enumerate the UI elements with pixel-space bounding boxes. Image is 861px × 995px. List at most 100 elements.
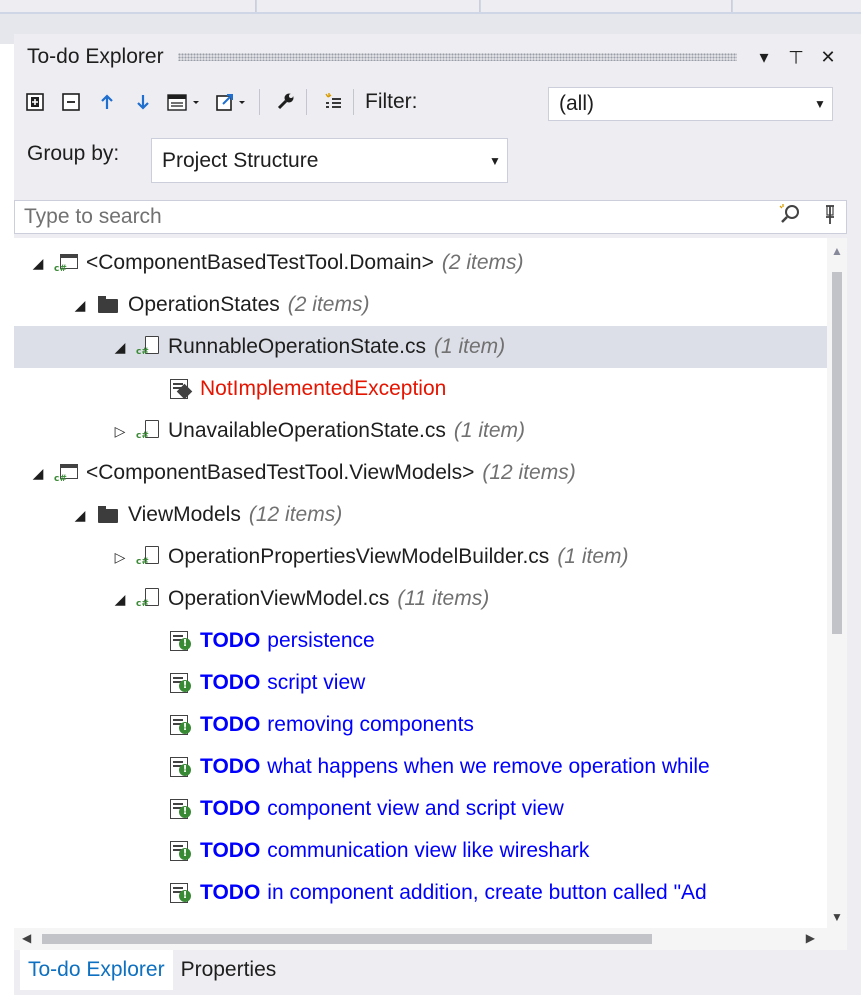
todo-explorer-panel: To-do Explorer ▾ ⊥ ✕ Filter: (all) ▼ Gro… bbox=[14, 34, 861, 995]
horizontal-scrollbar[interactable]: ◀ ▶ bbox=[14, 928, 827, 950]
document-tab[interactable] bbox=[733, 0, 861, 12]
node-label: <ComponentBasedTestTool.ViewModels> bbox=[86, 461, 475, 484]
scroll-left-icon[interactable]: ◀ bbox=[22, 931, 31, 945]
todo-item[interactable]: ! TODO persistence bbox=[14, 620, 827, 662]
node-label: OperationPropertiesViewModelBuilder.cs bbox=[168, 545, 550, 568]
vertical-scrollbar[interactable]: ▲ ▼ bbox=[827, 238, 847, 928]
drag-grip[interactable] bbox=[177, 53, 737, 61]
chevron-down-icon: ▼ bbox=[489, 153, 501, 168]
todo-item[interactable]: ! TODO script view bbox=[14, 662, 827, 704]
scroll-down-icon[interactable]: ▼ bbox=[831, 910, 843, 924]
export-icon[interactable] bbox=[212, 87, 254, 117]
todo-item[interactable]: ! TODO communication view like wireshark bbox=[14, 830, 827, 872]
todo-item[interactable]: ! TODO removing components bbox=[14, 704, 827, 746]
todo-keyword: TODO bbox=[200, 881, 261, 904]
todo-icon: ! bbox=[168, 797, 192, 821]
horizontal-scroll-thumb[interactable] bbox=[42, 934, 652, 944]
item-count: (1 item) bbox=[453, 419, 526, 442]
document-tab[interactable] bbox=[0, 0, 256, 12]
item-count: (1 item) bbox=[557, 545, 629, 568]
collapse-all-icon[interactable] bbox=[56, 87, 86, 117]
exception-icon bbox=[168, 377, 193, 401]
node-label: OperationStates bbox=[128, 293, 280, 316]
scroll-up-icon[interactable]: ▲ bbox=[831, 244, 843, 258]
item-count: (12 items) bbox=[248, 503, 343, 526]
tree-node[interactable]: ◢ c# OperationViewModel.cs (11 items) bbox=[14, 578, 827, 620]
csharp-file-icon: c# bbox=[136, 419, 160, 443]
toolbar-separator bbox=[353, 89, 354, 115]
document-tab[interactable] bbox=[481, 0, 732, 12]
tree-node[interactable]: ▷ c# UnavailableOperationState.cs (1 item) bbox=[14, 410, 827, 452]
node-label: UnavailableOperationState.cs bbox=[168, 419, 446, 442]
bottom-tab-strip: To-do Explorer Properties bbox=[14, 950, 861, 995]
collapse-arrow-icon[interactable]: ◢ bbox=[72, 507, 88, 524]
search-input[interactable] bbox=[15, 201, 775, 233]
filter-label: Filter: bbox=[365, 90, 418, 113]
tree-node[interactable]: ▷ c# OperationPropertiesViewModelBuilder.c… bbox=[14, 536, 827, 578]
todo-text: what happens when we remove operation wh… bbox=[267, 755, 710, 778]
exception-item[interactable]: NotImplementedException bbox=[14, 368, 827, 410]
todo-icon: ! bbox=[168, 671, 192, 695]
todo-icon: ! bbox=[168, 713, 192, 737]
node-label: OperationViewModel.cs bbox=[168, 587, 390, 610]
settings-icon[interactable] bbox=[271, 87, 301, 117]
filter-dropdown[interactable]: (all) ▼ bbox=[548, 87, 833, 121]
node-label: <ComponentBasedTestTool.Domain> bbox=[86, 251, 434, 274]
todo-keyword: TODO bbox=[200, 797, 261, 820]
panel-title-bar[interactable]: To-do Explorer ▾ ⊥ ✕ bbox=[14, 34, 847, 80]
tree-node[interactable]: ◢ ViewModels (12 items) bbox=[14, 494, 827, 536]
csharp-project-icon: c# bbox=[54, 251, 78, 275]
todo-keyword: TODO bbox=[200, 755, 261, 778]
todo-text: in component addition, create button cal… bbox=[267, 881, 707, 904]
scroll-right-icon[interactable]: ▶ bbox=[806, 931, 815, 945]
pin-icon[interactable]: ⊥ bbox=[783, 44, 809, 70]
move-down-icon[interactable] bbox=[128, 87, 158, 117]
collapse-arrow-icon[interactable]: ◢ bbox=[30, 255, 46, 272]
todo-item[interactable]: ! TODO component view and script view bbox=[14, 788, 827, 830]
tab-todo-explorer[interactable]: To-do Explorer bbox=[20, 950, 173, 990]
todo-keyword: TODO bbox=[200, 671, 261, 694]
todo-text: persistence bbox=[267, 629, 375, 652]
collapse-arrow-icon[interactable]: ◢ bbox=[112, 339, 128, 356]
pin-search-icon[interactable] bbox=[824, 204, 836, 231]
group-by-value: Project Structure bbox=[162, 148, 319, 172]
columns-icon[interactable] bbox=[164, 87, 206, 117]
tree-node[interactable]: ◢ OperationStates (2 items) bbox=[14, 284, 827, 326]
item-count: (2 items) bbox=[287, 293, 370, 316]
toolbar-separator bbox=[259, 89, 260, 115]
filter-value: (all) bbox=[559, 92, 594, 115]
todo-tree: ◢ c# <ComponentBasedTestTool.Domain> (2 ite… bbox=[14, 238, 827, 928]
expand-all-icon[interactable] bbox=[20, 87, 50, 117]
collapse-arrow-icon[interactable]: ◢ bbox=[30, 465, 46, 482]
todo-item[interactable]: ! TODO in component addition, create butto… bbox=[14, 872, 827, 914]
expand-arrow-icon[interactable]: ▷ bbox=[112, 423, 128, 440]
tree-node[interactable]: ◢ c# <ComponentBasedTestTool.ViewModels> (1… bbox=[14, 452, 827, 494]
document-tab-strip bbox=[0, 0, 861, 14]
todo-icon: ! bbox=[168, 839, 192, 863]
todo-item[interactable]: ! TODO what happens when we remove operati… bbox=[14, 746, 827, 788]
csharp-file-icon: c# bbox=[136, 545, 160, 569]
close-icon[interactable]: ✕ bbox=[815, 44, 841, 70]
group-by-label: Group by: bbox=[27, 142, 120, 165]
tab-properties[interactable]: Properties bbox=[173, 950, 285, 990]
todo-icon: ! bbox=[168, 881, 192, 905]
move-up-icon[interactable] bbox=[92, 87, 122, 117]
chevron-down-icon: ▼ bbox=[814, 97, 826, 111]
collapse-arrow-icon[interactable]: ◢ bbox=[112, 591, 128, 608]
collapse-arrow-icon[interactable]: ◢ bbox=[72, 297, 88, 314]
group-by-dropdown[interactable]: Project Structure ▼ bbox=[151, 138, 508, 183]
window-position-dropdown-icon[interactable]: ▾ bbox=[751, 44, 777, 70]
tree-node[interactable]: ◢ c# RunnableOperationState.cs (1 item) bbox=[14, 326, 827, 368]
todo-text: script view bbox=[267, 671, 366, 694]
item-count: (11 items) bbox=[397, 587, 490, 610]
panel-title: To-do Explorer bbox=[27, 45, 164, 68]
vertical-scroll-thumb[interactable] bbox=[832, 272, 842, 634]
node-label: ViewModels bbox=[128, 503, 241, 526]
search-options-icon[interactable] bbox=[778, 203, 802, 233]
csharp-file-icon: c# bbox=[136, 587, 160, 611]
document-tab[interactable] bbox=[257, 0, 480, 12]
tree-node[interactable]: ◢ c# <ComponentBasedTestTool.Domain> (2 ite… bbox=[14, 242, 827, 284]
todo-list-icon[interactable] bbox=[318, 87, 348, 117]
expand-arrow-icon[interactable]: ▷ bbox=[112, 549, 128, 566]
csharp-file-icon: c# bbox=[136, 335, 160, 359]
